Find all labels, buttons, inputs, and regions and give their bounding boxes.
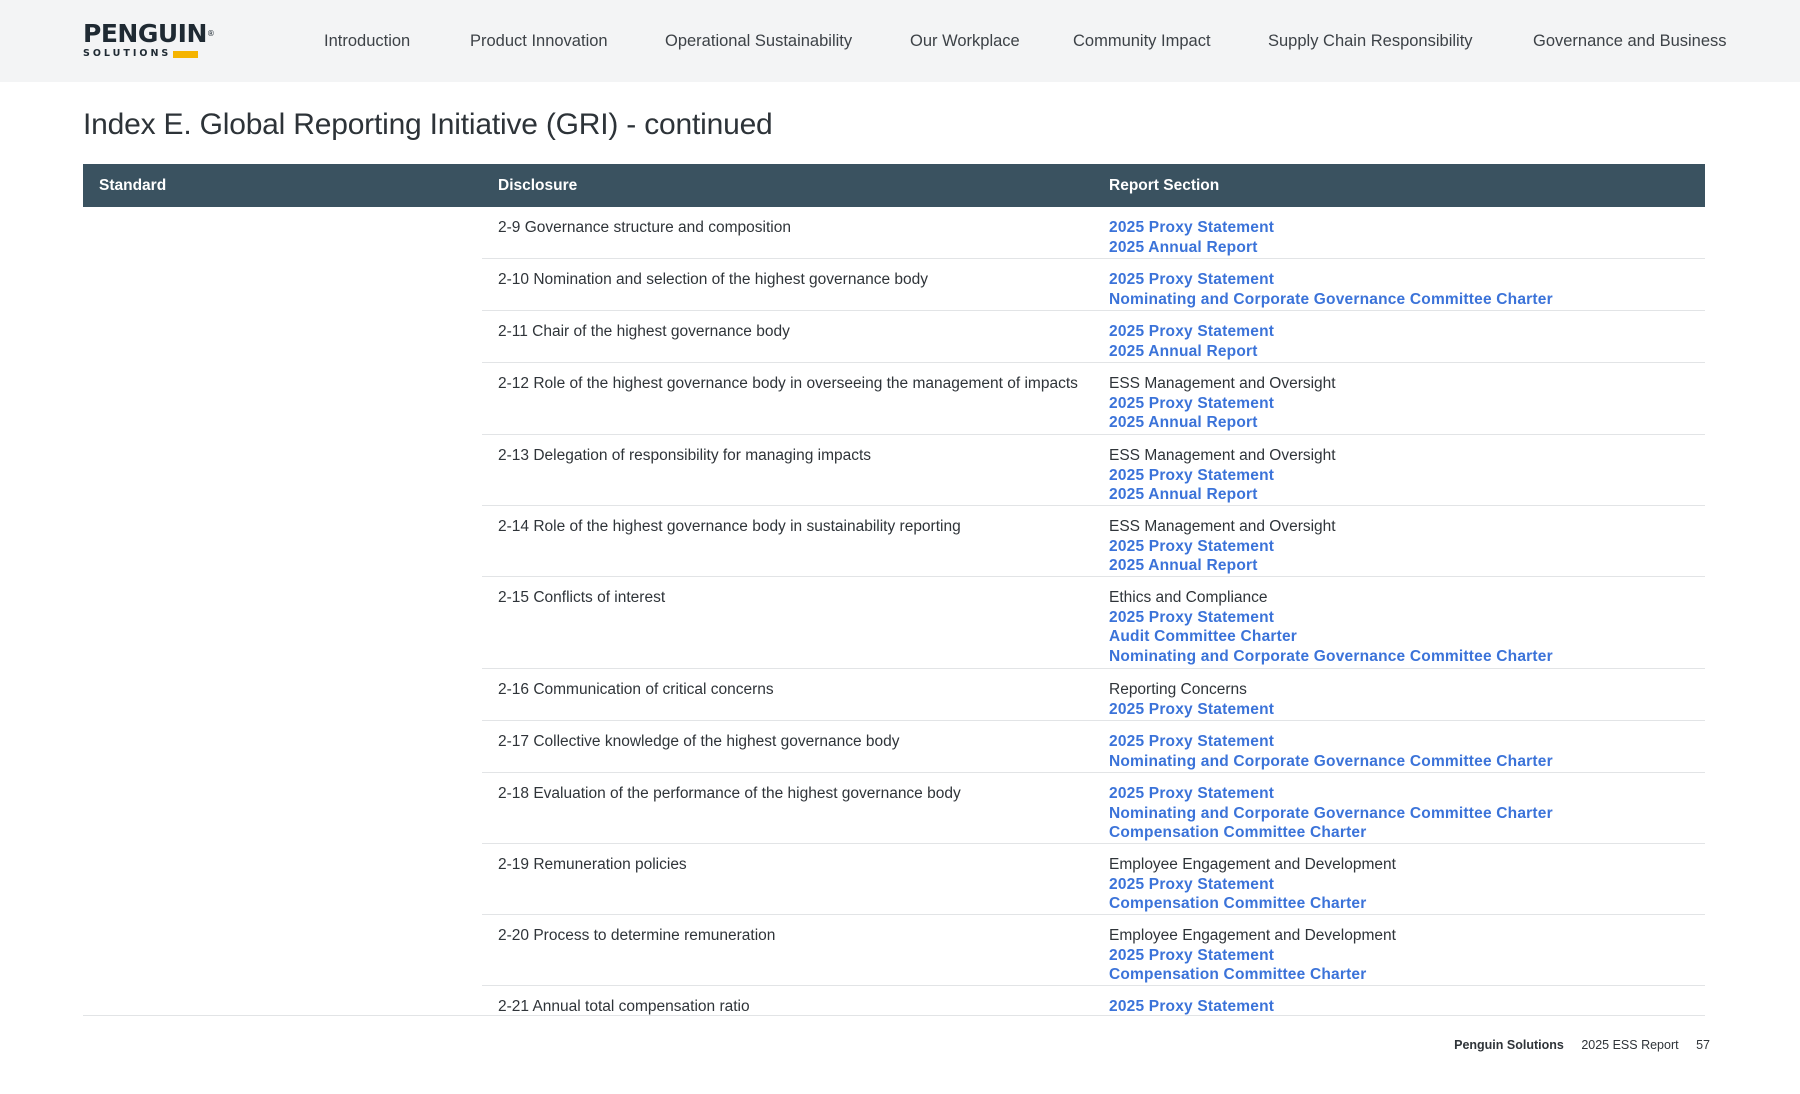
nav-community-impact[interactable]: Community Impact: [1073, 32, 1211, 51]
report-section-link[interactable]: 2025 Proxy Statement: [1109, 700, 1699, 720]
report-section-cell: Reporting Concerns 2025 Proxy Statement: [1109, 680, 1699, 719]
page-footer: Penguin Solutions 2025 ESS Report 57: [1454, 1038, 1710, 1052]
report-section-cell: 2025 Proxy Statement 2025 Annual Report: [1109, 322, 1699, 361]
nav-our-workplace[interactable]: Our Workplace: [910, 32, 1020, 51]
report-section-link[interactable]: 2025 Annual Report: [1109, 342, 1699, 362]
report-section-link[interactable]: 2025 Proxy Statement: [1109, 784, 1699, 804]
column-header-report-section: Report Section: [1109, 177, 1220, 194]
report-section-text: Employee Engagement and Development: [1109, 856, 1396, 873]
table-body: 2-9 Governance structure and composition…: [83, 207, 1705, 1018]
disclosure-cell: 2-9 Governance structure and composition: [498, 219, 791, 236]
report-section-link[interactable]: 2025 Proxy Statement: [1109, 322, 1699, 342]
gri-index-table: Standard Disclosure Report Section 2-9 G…: [83, 164, 1705, 1018]
report-section-link[interactable]: Nominating and Corporate Governance Comm…: [1109, 290, 1699, 310]
disclosure-cell: 2-19 Remuneration policies: [498, 856, 687, 873]
report-section-link[interactable]: 2025 Proxy Statement: [1109, 732, 1699, 752]
table-row: 2-20 Process to determine remuneration Em…: [482, 915, 1705, 986]
page-number: 57: [1696, 1038, 1710, 1052]
report-section-cell: Employee Engagement and Development 2025 …: [1109, 926, 1699, 985]
report-section-text: ESS Management and Oversight: [1109, 375, 1336, 392]
table-row: 2-14 Role of the highest governance body…: [482, 506, 1705, 577]
table-header: Standard Disclosure Report Section: [83, 164, 1705, 207]
report-section-link[interactable]: 2025 Proxy Statement: [1109, 875, 1699, 895]
nav-introduction[interactable]: Introduction: [324, 32, 410, 51]
report-section-link[interactable]: 2025 Proxy Statement: [1109, 997, 1699, 1017]
page-title: Index E. Global Reporting Initiative (GR…: [83, 108, 773, 141]
report-section-text: Reporting Concerns: [1109, 681, 1247, 698]
nav-governance-and-business[interactable]: Governance and Business: [1533, 32, 1727, 51]
table-row: 2-19 Remuneration policies Employee Engag…: [482, 844, 1705, 915]
report-section-cell: Ethics and Compliance 2025 Proxy Statemen…: [1109, 588, 1699, 666]
table-row: 2-13 Delegation of responsibility for ma…: [482, 435, 1705, 506]
report-section-text: Ethics and Compliance: [1109, 589, 1268, 606]
report-section-link[interactable]: Nominating and Corporate Governance Comm…: [1109, 647, 1699, 667]
column-header-standard: Standard: [99, 177, 167, 194]
table-row: 2-21 Annual total compensation ratio 2025…: [482, 986, 1705, 1018]
report-section-cell: ESS Management and Oversight 2025 Proxy S…: [1109, 446, 1699, 505]
report-section-text: Employee Engagement and Development: [1109, 927, 1396, 944]
disclosure-cell: 2-16 Communication of critical concerns: [498, 681, 774, 698]
report-section-cell: ESS Management and Oversight 2025 Proxy S…: [1109, 517, 1699, 576]
report-section-link[interactable]: 2025 Proxy Statement: [1109, 537, 1699, 557]
table-row: 2-11 Chair of the highest governance bod…: [482, 311, 1705, 363]
report-section-cell: ESS Management and Oversight 2025 Proxy S…: [1109, 374, 1699, 433]
table-row: 2-15 Conflicts of interest Ethics and Com…: [482, 577, 1705, 669]
disclosure-cell: 2-18 Evaluation of the performance of th…: [498, 785, 961, 802]
table-row: 2-18 Evaluation of the performance of th…: [482, 773, 1705, 844]
disclosure-cell: 2-21 Annual total compensation ratio: [498, 998, 750, 1015]
disclosure-cell: 2-15 Conflicts of interest: [498, 589, 666, 606]
main-nav: Introduction Product Innovation Operatio…: [0, 0, 1800, 82]
column-header-disclosure: Disclosure: [498, 177, 578, 194]
table-row: 2-9 Governance structure and composition…: [482, 207, 1705, 259]
report-section-link[interactable]: 2025 Annual Report: [1109, 556, 1699, 576]
nav-supply-chain-responsibility[interactable]: Supply Chain Responsibility: [1268, 32, 1473, 51]
report-section-link[interactable]: 2025 Proxy Statement: [1109, 946, 1699, 966]
footer-report-name: 2025 ESS Report: [1581, 1038, 1679, 1052]
report-section-link[interactable]: 2025 Proxy Statement: [1109, 466, 1699, 486]
report-section-cell: 2025 Proxy Statement Nominating and Corpo…: [1109, 732, 1699, 771]
report-section-text: ESS Management and Oversight: [1109, 447, 1336, 464]
disclosure-cell: 2-17 Collective knowledge of the highest…: [498, 733, 900, 750]
report-section-cell: 2025 Proxy Statement Nominating and Corpo…: [1109, 270, 1699, 309]
report-section-cell: Employee Engagement and Development 2025 …: [1109, 855, 1699, 914]
report-section-cell: 2025 Proxy Statement: [1109, 997, 1699, 1017]
disclosure-cell: 2-14 Role of the highest governance body…: [498, 518, 961, 535]
report-section-link[interactable]: 2025 Proxy Statement: [1109, 394, 1699, 414]
disclosure-cell: 2-20 Process to determine remuneration: [498, 927, 776, 944]
table-row: 2-17 Collective knowledge of the highest…: [482, 721, 1705, 773]
table-row: 2-16 Communication of critical concerns R…: [482, 669, 1705, 721]
footer-brand: Penguin Solutions: [1454, 1038, 1564, 1052]
report-section-link[interactable]: 2025 Annual Report: [1109, 413, 1699, 433]
report-section-link[interactable]: Compensation Committee Charter: [1109, 894, 1699, 914]
report-section-link[interactable]: 2025 Proxy Statement: [1109, 270, 1699, 290]
nav-operational-sustainability[interactable]: Operational Sustainability: [665, 32, 852, 51]
report-section-link[interactable]: 2025 Proxy Statement: [1109, 608, 1699, 628]
report-section-link[interactable]: 2025 Annual Report: [1109, 485, 1699, 505]
report-section-link[interactable]: Compensation Committee Charter: [1109, 823, 1699, 843]
nav-product-innovation[interactable]: Product Innovation: [470, 32, 608, 51]
disclosure-cell: 2-13 Delegation of responsibility for ma…: [498, 447, 872, 464]
table-row: 2-10 Nomination and selection of the hig…: [482, 259, 1705, 311]
report-section-link[interactable]: 2025 Annual Report: [1109, 238, 1699, 258]
report-section-text: ESS Management and Oversight: [1109, 518, 1336, 535]
table-bottom-divider: [83, 1015, 1705, 1016]
top-navigation-bar: PENGUIN® SOLUTIONS Introduction Product …: [0, 0, 1800, 82]
table-row: 2-12 Role of the highest governance body…: [482, 363, 1705, 435]
report-section-link[interactable]: Nominating and Corporate Governance Comm…: [1109, 804, 1699, 824]
report-section-cell: 2025 Proxy Statement Nominating and Corpo…: [1109, 784, 1699, 843]
report-section-cell: 2025 Proxy Statement 2025 Annual Report: [1109, 218, 1699, 257]
report-section-link[interactable]: Audit Committee Charter: [1109, 627, 1699, 647]
report-section-link[interactable]: Compensation Committee Charter: [1109, 965, 1699, 985]
disclosure-cell: 2-11 Chair of the highest governance bod…: [498, 323, 790, 340]
disclosure-cell: 2-12 Role of the highest governance body…: [498, 375, 1078, 392]
disclosure-cell: 2-10 Nomination and selection of the hig…: [498, 271, 928, 288]
report-section-link[interactable]: Nominating and Corporate Governance Comm…: [1109, 752, 1699, 772]
report-section-link[interactable]: 2025 Proxy Statement: [1109, 218, 1699, 238]
